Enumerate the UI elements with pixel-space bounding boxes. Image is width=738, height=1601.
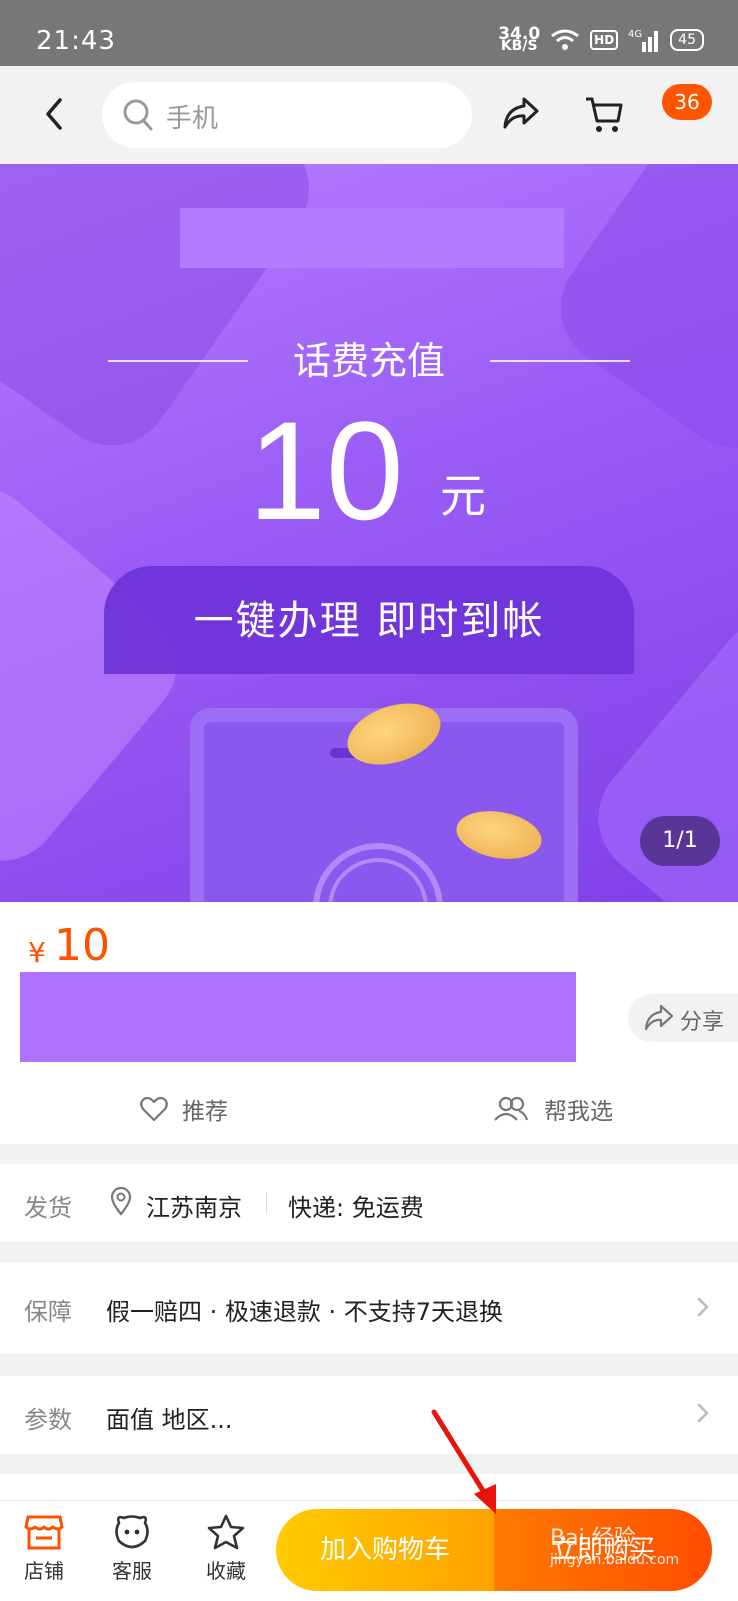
banner-redacted-area xyxy=(180,208,564,268)
service-label: 客服 xyxy=(112,1559,152,1583)
network-speed-unit: KB/S xyxy=(500,38,538,54)
share-button[interactable]: 分享 xyxy=(628,994,738,1042)
product-title-redacted xyxy=(20,972,576,1062)
banner-slogan: 一键办理 即时到帐 xyxy=(193,598,545,644)
divider xyxy=(266,1192,267,1214)
params-row[interactable]: 参数 面值 地区... xyxy=(0,1376,738,1454)
shipping-row: 发货 江苏南京 快递: 免运费 xyxy=(0,1164,738,1242)
people-icon xyxy=(494,1096,528,1121)
chevron-right-icon xyxy=(697,1403,709,1423)
status-time: 21:43 xyxy=(36,26,116,56)
recommend-button[interactable]: 推荐 xyxy=(140,1092,228,1126)
network-type: 4G xyxy=(628,29,642,40)
next-section-edge xyxy=(0,1474,738,1500)
help-choose-button[interactable]: 帮我选 xyxy=(494,1092,613,1126)
shopping-cart-icon[interactable] xyxy=(584,94,624,134)
add-to-cart-button[interactable]: 加入购物车 xyxy=(276,1509,494,1591)
shipping-label: 发货 xyxy=(24,1194,72,1222)
signal-icon: 4G xyxy=(628,29,659,52)
store-icon xyxy=(24,1515,64,1550)
yuan-coin-icon xyxy=(313,843,443,902)
watermark-sub: jingyan.baidu.com xyxy=(550,1552,680,1568)
banner-decoration xyxy=(537,164,738,472)
product-image-banner[interactable]: 话费充值 10 元 一键办理 即时到帐 1/1 xyxy=(0,164,738,902)
banner-amount: 10 xyxy=(248,392,404,549)
watermark-main: Bai 经验 xyxy=(550,1526,636,1551)
shipping-delivery: 快递: 免运费 xyxy=(288,1194,424,1222)
back-arrow-icon[interactable] xyxy=(42,96,66,132)
search-bar[interactable]: 手机 xyxy=(102,82,472,148)
status-icons: 34.0 KB/S HD 4G 45 xyxy=(498,26,704,54)
network-speed: 34.0 KB/S xyxy=(498,26,540,54)
customer-service-button[interactable]: 客服 xyxy=(102,1513,162,1584)
star-icon xyxy=(207,1514,245,1550)
share-icon xyxy=(644,1004,674,1031)
battery-indicator: 45 xyxy=(670,29,704,51)
banner-decoration xyxy=(0,462,202,886)
price-value: 10 xyxy=(54,920,110,971)
price-currency: ¥ xyxy=(28,936,46,969)
heart-icon xyxy=(140,1096,168,1122)
params-label: 参数 xyxy=(24,1406,72,1434)
store-button[interactable]: 店铺 xyxy=(14,1513,74,1584)
params-text: 面值 地区... xyxy=(106,1406,233,1434)
top-navigation: 手机 36 xyxy=(0,66,738,164)
guarantee-row[interactable]: 保障 假一赔四 · 极速退款 · 不支持7天退换 xyxy=(0,1262,738,1354)
watermark: Bai 经验 jingyan.baidu.com xyxy=(550,1520,679,1568)
store-label: 店铺 xyxy=(24,1559,64,1583)
shipping-location: 江苏南京 xyxy=(146,1194,242,1222)
search-icon xyxy=(123,99,153,131)
guarantee-label: 保障 xyxy=(24,1298,72,1326)
guarantee-text: 假一赔四 · 极速退款 · 不支持7天退换 xyxy=(106,1298,504,1326)
cart-count-badge: 36 xyxy=(662,84,712,120)
image-page-indicator: 1/1 xyxy=(640,816,720,866)
share-label: 分享 xyxy=(680,1010,725,1035)
share-icon[interactable] xyxy=(502,96,540,130)
customer-service-icon xyxy=(115,1515,149,1549)
status-bar: 21:43 34.0 KB/S HD 4G 45 xyxy=(0,0,738,66)
favorite-button[interactable]: 收藏 xyxy=(196,1513,256,1584)
favorite-label: 收藏 xyxy=(206,1559,246,1583)
wifi-icon xyxy=(551,29,580,50)
product-info: ¥ 10 分享 推荐 帮我选 xyxy=(0,902,738,1144)
banner-unit: 元 xyxy=(440,469,486,523)
annotation-arrow xyxy=(431,1409,496,1514)
chevron-right-icon xyxy=(697,1297,709,1317)
location-pin-icon xyxy=(110,1186,132,1216)
recommend-label: 推荐 xyxy=(182,1099,228,1125)
help-choose-label: 帮我选 xyxy=(544,1099,613,1125)
search-placeholder: 手机 xyxy=(166,104,219,134)
hd-badge: HD xyxy=(590,30,619,50)
banner-title: 话费充值 xyxy=(292,339,445,383)
